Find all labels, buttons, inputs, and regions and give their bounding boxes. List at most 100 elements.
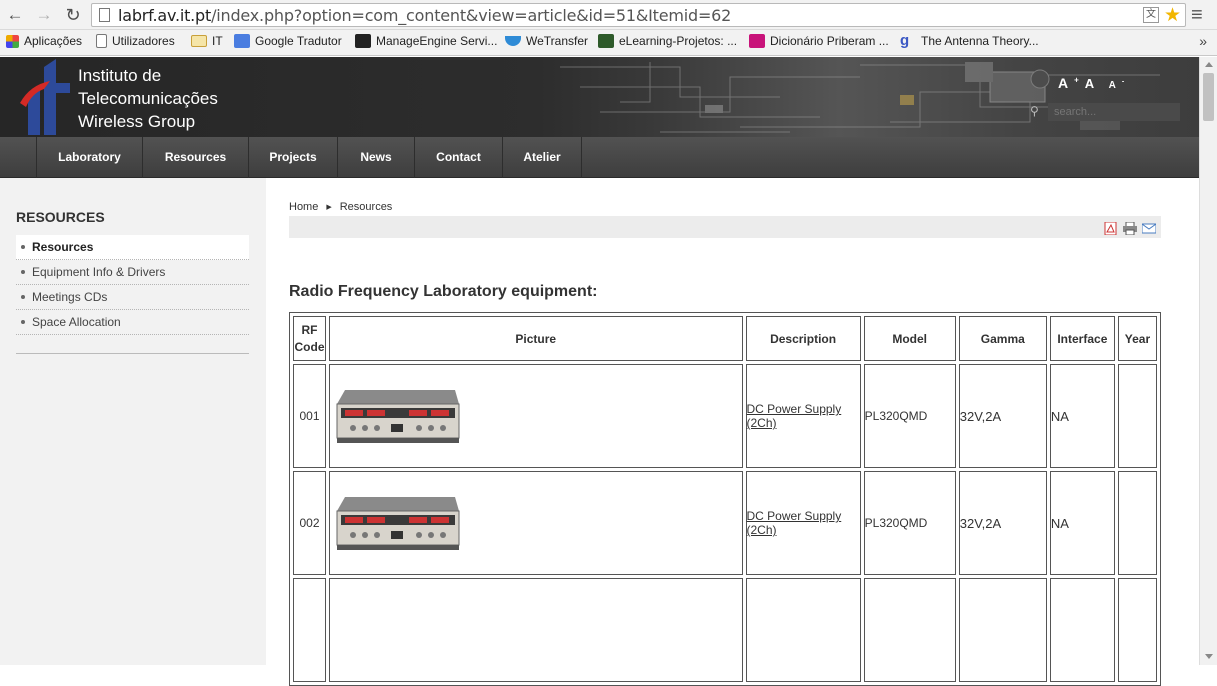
col-header-description: Description <box>745 316 861 361</box>
bookmark-antenna-theory[interactable]: g The Antenna Theory... <box>900 32 1039 49</box>
site-name[interactable]: Instituto de Telecomunicações Wireless G… <box>78 64 218 133</box>
page-icon <box>99 8 110 22</box>
bookmark-it[interactable]: IT <box>191 34 223 48</box>
reload-icon[interactable]: ↻ <box>62 5 84 25</box>
cell-gamma <box>958 578 1047 682</box>
nav-projects[interactable]: Projects <box>249 137 338 178</box>
cell-picture <box>329 471 743 575</box>
translate-icon[interactable]: 文 <box>1143 7 1159 23</box>
sidebar-item-label: Meetings CDs <box>32 290 108 304</box>
email-icon[interactable] <box>1142 222 1156 235</box>
article-tools-bar <box>289 216 1161 238</box>
dc-power-supply-photo[interactable] <box>333 493 461 551</box>
address-bar[interactable]: labrf.av.it.pt/index.php?option=com_cont… <box>91 3 1186 27</box>
bookmark-label: Utilizadores <box>112 34 175 48</box>
cell-description: DC Power Supply (2Ch) <box>745 364 861 468</box>
bullet-icon <box>21 245 25 249</box>
sidebar-divider <box>16 353 249 354</box>
search-input[interactable] <box>1048 103 1180 121</box>
description-link[interactable]: DC Power Supply (2Ch) <box>747 402 842 430</box>
equipment-table: RF Code Picture Description Model Gamma … <box>289 312 1161 686</box>
cell-model: PL320QMD <box>863 471 956 575</box>
url-host: labrf.av.it.pt <box>118 6 212 25</box>
sidebar-item-meetings-cds[interactable]: Meetings CDs <box>16 285 249 310</box>
breadcrumb-separator-icon: ▶ <box>326 204 332 211</box>
description-link[interactable]: DC Power Supply (2Ch) <box>747 509 842 537</box>
sidebar-item-label: Resources <box>32 240 94 254</box>
sidebar-item-label: Space Allocation <box>32 315 121 329</box>
bookmark-label: eLearning-Projetos: ... <box>619 34 738 48</box>
sidebar: RESOURCES Resources Equipment Info & Dri… <box>0 178 266 665</box>
bookmark-utilizadores[interactable]: Utilizadores <box>96 34 175 48</box>
url-path: /index.php?option=com_content&view=artic… <box>211 6 732 25</box>
page-scrollbar[interactable] <box>1199 57 1217 665</box>
pdf-icon[interactable] <box>1104 222 1118 235</box>
back-arrow-icon[interactable]: ← <box>4 5 26 25</box>
cell-description: DC Power Supply (2Ch) <box>745 471 861 575</box>
col-header-year: Year <box>1117 316 1157 361</box>
bullet-icon <box>21 270 25 274</box>
scroll-thumb[interactable] <box>1203 73 1214 121</box>
more-bookmarks-chevron[interactable]: » <box>1199 33 1207 49</box>
cell-rf-code: 001 <box>293 364 327 468</box>
breadcrumb-home[interactable]: Home <box>289 201 318 213</box>
breadcrumb: Home ▶ Resources <box>289 201 392 213</box>
dc-power-supply-photo[interactable] <box>333 386 461 444</box>
sidebar-item-equipment-info[interactable]: Equipment Info & Drivers <box>16 260 249 285</box>
nav-spacer <box>0 137 37 178</box>
table-row: 001 DC Power Supply (2Ch) PL320QMD 32V,2… <box>293 364 1157 468</box>
bookmark-priberam[interactable]: Dicionário Priberam ... <box>749 34 889 48</box>
nav-laboratory[interactable]: Laboratory <box>37 137 143 178</box>
sidebar-item-resources[interactable]: Resources <box>16 235 249 260</box>
bookmark-google-tradutor[interactable]: Google Tradutor <box>234 34 342 48</box>
apps-grid-icon <box>6 34 19 48</box>
browser-toolbar: ← → ↻ labrf.av.it.pt/index.php?option=co… <box>0 0 1217 30</box>
antenna-icon: g <box>900 32 910 49</box>
print-icon[interactable] <box>1123 222 1137 235</box>
scroll-up-arrow-icon[interactable] <box>1205 62 1213 67</box>
nav-resources[interactable]: Resources <box>143 137 249 178</box>
bookmark-apps[interactable]: Aplicações <box>6 34 82 48</box>
bookmark-label: IT <box>212 34 223 48</box>
bookmark-wetransfer[interactable]: WeTransfer <box>505 34 588 48</box>
sidebar-title: RESOURCES <box>16 209 105 225</box>
bookmark-label: Aplicações <box>24 34 83 48</box>
table-header-row: RF Code Picture Description Model Gamma … <box>293 316 1157 361</box>
bookmark-label: ManageEngine Servi... <box>376 34 498 48</box>
cell-picture <box>329 578 743 682</box>
forward-arrow-icon[interactable]: → <box>33 5 55 25</box>
cell-interface: NA <box>1049 471 1115 575</box>
bookmark-elearning[interactable]: eLearning-Projetos: ... <box>598 34 737 48</box>
manageengine-icon <box>355 34 371 48</box>
main-nav: Laboratory Resources Projects News Conta… <box>0 137 1199 178</box>
cell-year <box>1117 471 1157 575</box>
cell-model <box>863 578 956 682</box>
bookmark-star-icon[interactable]: ★ <box>1164 4 1181 27</box>
bookmark-label: The Antenna Theory... <box>921 34 1039 48</box>
breadcrumb-current: Resources <box>339 201 393 213</box>
elearning-icon <box>598 34 614 48</box>
circuit-board-image <box>560 62 1160 133</box>
bookmark-manageengine[interactable]: ManageEngine Servi... <box>355 34 497 48</box>
col-header-model: Model <box>863 316 956 361</box>
url-text[interactable]: labrf.av.it.pt/index.php?option=com_cont… <box>118 6 731 25</box>
nav-atelier[interactable]: Atelier <box>503 137 582 178</box>
browser-menu-icon[interactable]: ≡ <box>1191 4 1203 27</box>
bookmark-label: WeTransfer <box>526 34 589 48</box>
sidebar-item-space-allocation[interactable]: Space Allocation <box>16 310 249 335</box>
scroll-down-arrow-icon[interactable] <box>1205 654 1213 659</box>
sidebar-item-label: Equipment Info & Drivers <box>32 265 166 279</box>
page-icon <box>96 34 107 48</box>
font-size-controls[interactable]: A+A A- <box>1058 75 1130 91</box>
page-heading: Radio Frequency Laboratory equipment: <box>289 283 598 300</box>
bullet-icon <box>21 320 25 324</box>
it-logo-icon <box>20 59 70 135</box>
cell-year <box>1117 578 1157 682</box>
site-name-line: Telecomunicações <box>78 89 218 108</box>
bookmarks-bar: Aplicações Utilizadores IT Google Tradut… <box>0 30 1217 56</box>
table-row: 002 DC Power Supply (2Ch) PL320QMD 32V,2… <box>293 471 1157 575</box>
nav-news[interactable]: News <box>338 137 415 178</box>
wetransfer-icon <box>505 36 521 46</box>
col-header-picture: Picture <box>329 316 743 361</box>
nav-contact[interactable]: Contact <box>415 137 503 178</box>
